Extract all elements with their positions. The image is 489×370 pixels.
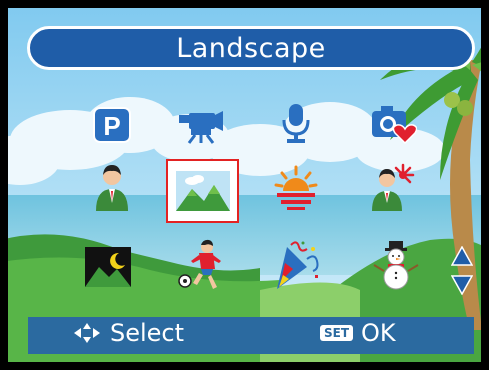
- svg-text:P: P: [103, 111, 120, 141]
- microphone-icon[interactable]: [266, 98, 326, 148]
- scroll-down-arrow-icon[interactable]: [451, 275, 473, 295]
- set-button-badge: SET: [320, 325, 354, 341]
- video-camera-icon[interactable]: [170, 100, 230, 150]
- footer-hint-bar: Select SET OK: [28, 317, 474, 354]
- four-way-arrow-icon: [74, 323, 100, 343]
- sunset-icon[interactable]: [266, 163, 326, 213]
- select-hint: Select: [72, 319, 184, 347]
- snowman-icon[interactable]: [366, 240, 426, 290]
- backlight-person-icon[interactable]: [363, 163, 423, 213]
- soccer-player-icon[interactable]: [172, 239, 232, 290]
- mountain-landscape-icon[interactable]: [173, 166, 233, 216]
- program-p-icon[interactable]: P: [82, 100, 142, 150]
- night-moon-icon[interactable]: [78, 242, 138, 292]
- portrait-person-icon[interactable]: [82, 163, 142, 213]
- camera-scene-menu: Landscape P Select SET OK: [0, 0, 489, 370]
- ok-label: OK: [361, 319, 396, 347]
- scroll-up-arrow-icon[interactable]: [451, 246, 473, 266]
- party-confetti-icon[interactable]: [266, 240, 326, 290]
- ok-hint: SET OK: [320, 319, 396, 347]
- scene-title-bar: Landscape: [27, 26, 475, 70]
- camera-heart-icon[interactable]: [363, 98, 423, 148]
- select-label: Select: [110, 319, 185, 347]
- scene-title: Landscape: [176, 32, 326, 64]
